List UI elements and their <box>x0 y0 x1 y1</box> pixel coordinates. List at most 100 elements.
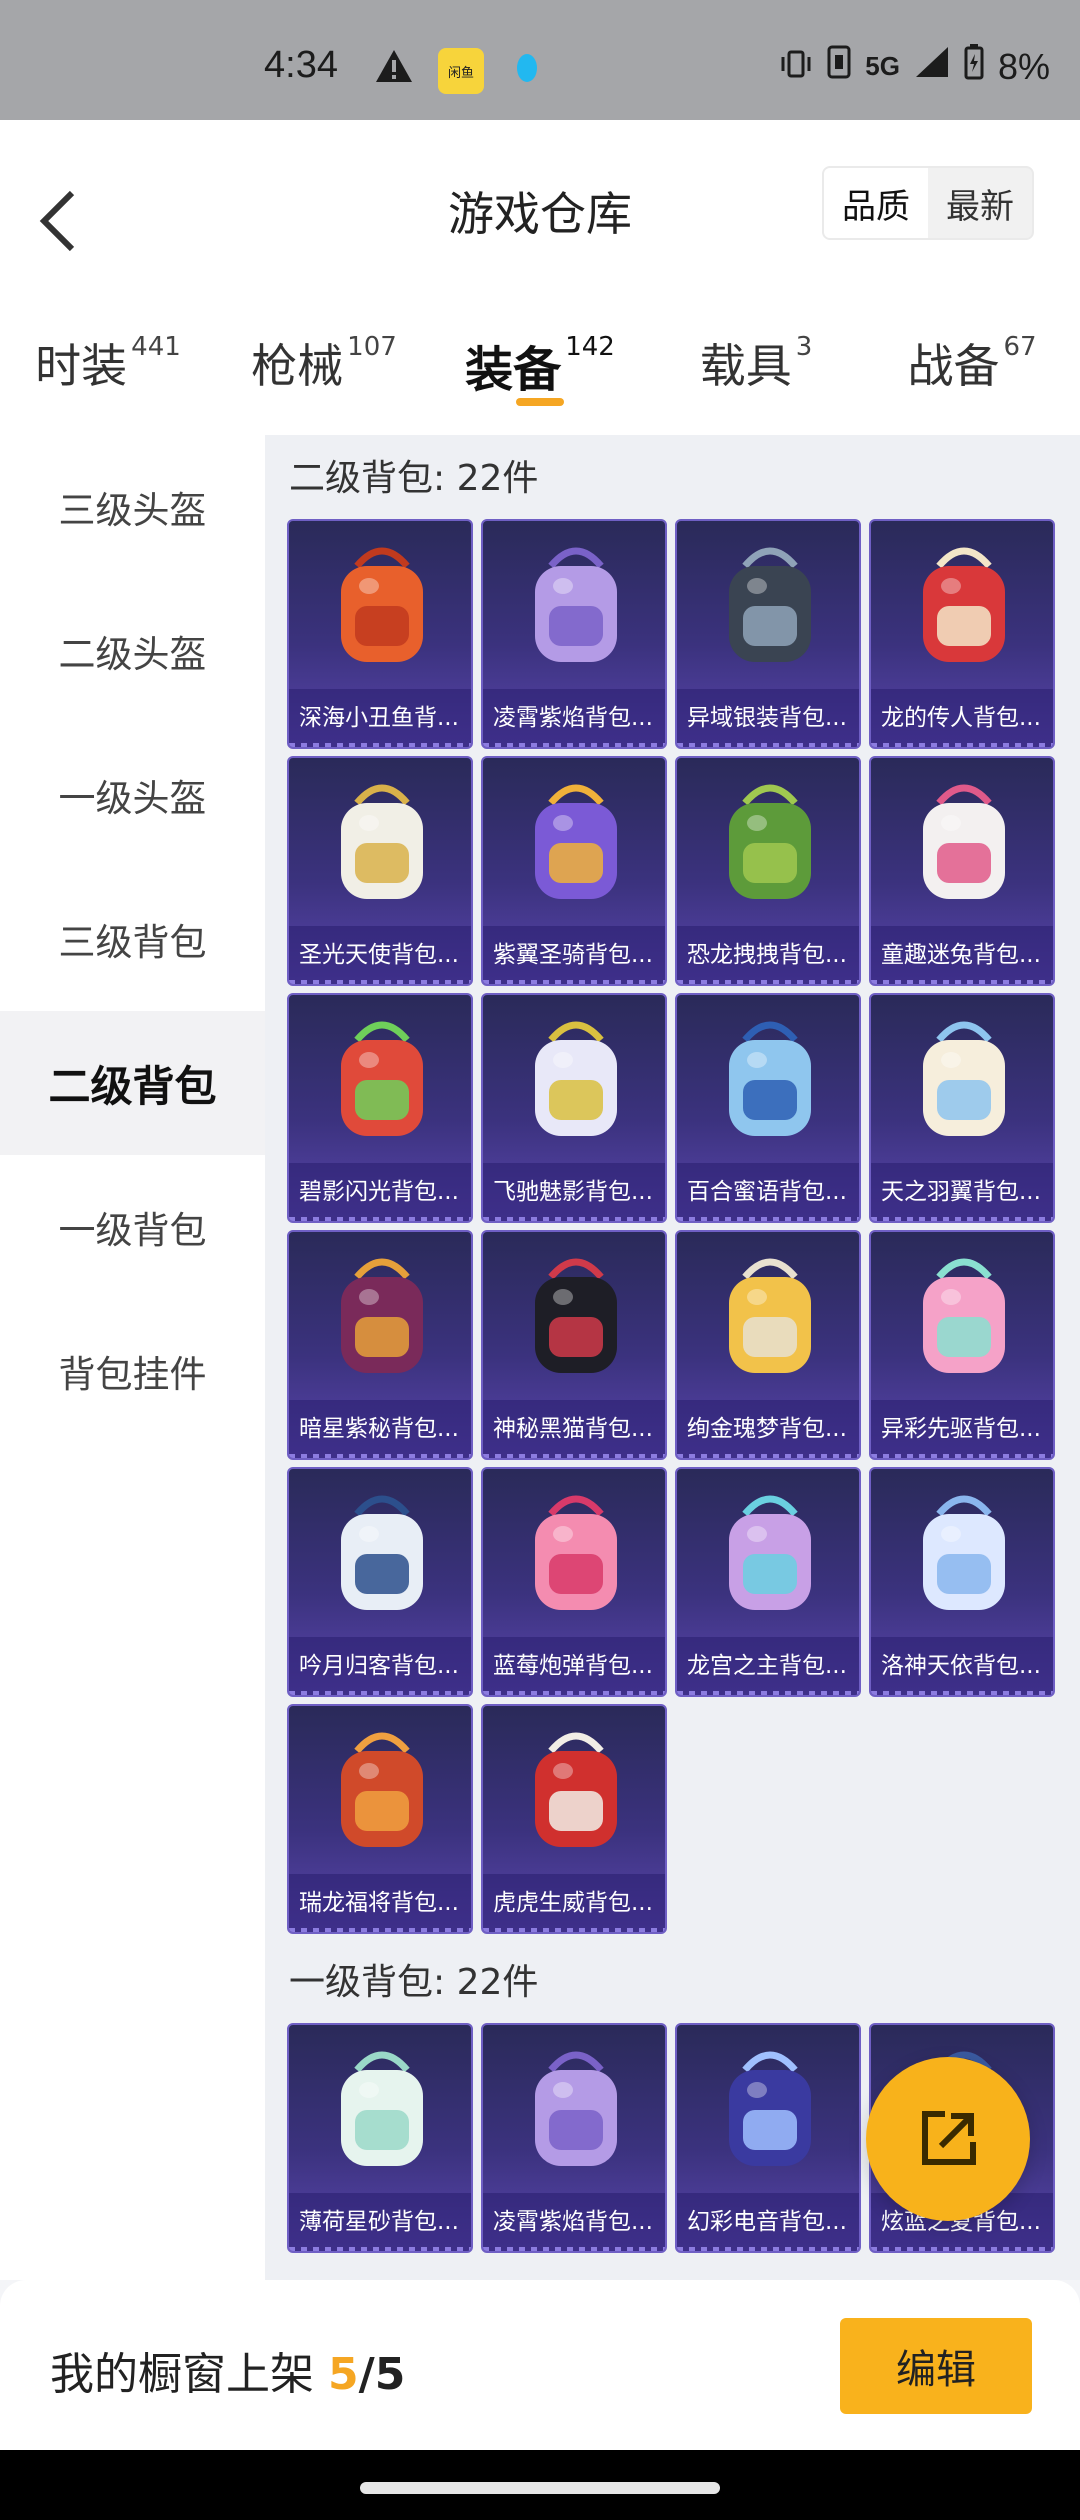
item-card[interactable]: 圣光天使背包... <box>287 756 473 986</box>
backpack-image <box>677 1469 859 1639</box>
rarity-strip <box>677 2247 859 2251</box>
system-nav-bar <box>0 2450 1080 2520</box>
item-card[interactable]: 幻彩电音背包... <box>675 2023 861 2253</box>
item-card[interactable]: 龙的传人背包... <box>869 519 1055 749</box>
item-card[interactable]: 恐龙拽拽背包... <box>675 756 861 986</box>
sort-newest-option[interactable]: 最新 <box>928 168 1032 238</box>
network-type: 5G <box>865 51 900 81</box>
home-gesture-handle[interactable] <box>360 2482 720 2494</box>
backpack-image <box>871 758 1053 928</box>
rarity-strip <box>871 980 1053 984</box>
rarity-strip <box>677 743 859 747</box>
item-card[interactable]: 深海小丑鱼背... <box>287 519 473 749</box>
item-card[interactable]: 飞驰魅影背包... <box>481 993 667 1223</box>
item-name: 虎虎生威背包... <box>483 1874 665 1932</box>
backpack-image <box>289 1706 471 1876</box>
notification-drop-icon <box>512 46 542 86</box>
warning-icon <box>372 46 416 86</box>
rarity-strip <box>289 1928 471 1932</box>
subcategory-sidebar: 三级头盔 二级头盔 一级头盔 三级背包 二级背包 一级背包 背包挂件 <box>0 435 265 2280</box>
tab-count: 441 <box>131 332 181 362</box>
item-card[interactable]: 吟月归客背包... <box>287 1467 473 1697</box>
item-name: 暗星紫秘背包... <box>289 1400 471 1458</box>
share-external-icon <box>922 2111 976 2165</box>
sidebar-item-helmet-lv1[interactable]: 一级头盔 <box>0 723 265 867</box>
sidebar-item-backpack-pendant[interactable]: 背包挂件 <box>0 1299 265 1443</box>
item-card[interactable]: 瑞龙福将背包... <box>287 1704 473 1934</box>
rarity-strip <box>483 2247 665 2251</box>
rarity-strip <box>483 1928 665 1932</box>
sidebar-item-backpack-lv3[interactable]: 三级背包 <box>0 867 265 1011</box>
item-card[interactable]: 绚金瑰梦背包... <box>675 1230 861 1460</box>
rarity-strip <box>483 1691 665 1695</box>
item-card[interactable]: 紫翼圣骑背包... <box>481 756 667 986</box>
showcase-total: /5 <box>358 2349 406 2400</box>
page-header: 游戏仓库 品质 最新 <box>0 120 1080 290</box>
tab-count: 67 <box>1003 332 1037 362</box>
item-card[interactable]: 凌霄紫焰背包... <box>481 519 667 749</box>
backpack-image <box>871 1469 1053 1639</box>
item-name: 深海小丑鱼背... <box>289 689 471 747</box>
rarity-strip <box>871 1217 1053 1221</box>
backpack-image <box>677 1232 859 1402</box>
backpack-image <box>483 1232 665 1402</box>
item-card[interactable]: 龙宫之主背包... <box>675 1467 861 1697</box>
rarity-strip <box>871 1454 1053 1458</box>
signal-icon <box>914 45 950 88</box>
item-list[interactable]: 二级背包: 22件 深海小丑鱼背... 凌霄紫焰背包... 异域银装背包... 龙的传… <box>265 435 1080 2280</box>
backpack-image <box>483 1469 665 1639</box>
item-card[interactable]: 薄荷星砂背包... <box>287 2023 473 2253</box>
backpack-image <box>677 995 859 1165</box>
item-name: 碧影闪光背包... <box>289 1163 471 1221</box>
item-name: 童趣迷兔背包... <box>871 926 1053 984</box>
item-card[interactable]: 神秘黑猫背包... <box>481 1230 667 1460</box>
item-card[interactable]: 童趣迷兔背包... <box>869 756 1055 986</box>
sidebar-item-backpack-lv2[interactable]: 二级背包 <box>0 1011 265 1155</box>
item-card[interactable]: 凌霄紫焰背包... <box>481 2023 667 2253</box>
sidebar-item-backpack-lv1[interactable]: 一级背包 <box>0 1155 265 1299</box>
sort-quality-option[interactable]: 品质 <box>824 168 928 238</box>
tab-vehicles[interactable]: 载具 3 <box>648 290 864 435</box>
tab-combat-gear[interactable]: 战备 67 <box>864 290 1080 435</box>
tab-label: 载具 <box>699 339 792 393</box>
backpack-image <box>289 995 471 1165</box>
share-fab[interactable] <box>866 2057 1030 2221</box>
item-name: 异域银装背包... <box>677 689 859 747</box>
item-name: 凌霄紫焰背包... <box>483 689 665 747</box>
item-card[interactable]: 虎虎生威背包... <box>481 1704 667 1934</box>
sidebar-item-helmet-lv3[interactable]: 三级头盔 <box>0 435 265 579</box>
item-card[interactable]: 异域银装背包... <box>675 519 861 749</box>
showcase-status: 我的橱窗上架 5/5 <box>50 2338 405 2402</box>
item-name: 紫翼圣骑背包... <box>483 926 665 984</box>
backpack-image <box>289 521 471 691</box>
item-name: 百合蜜语背包... <box>677 1163 859 1221</box>
rarity-strip <box>483 1217 665 1221</box>
item-name: 飞驰魅影背包... <box>483 1163 665 1221</box>
item-card[interactable]: 蓝莓炮弹背包... <box>481 1467 667 1697</box>
item-card[interactable]: 暗星紫秘背包... <box>287 1230 473 1460</box>
item-card[interactable]: 百合蜜语背包... <box>675 993 861 1223</box>
item-card[interactable]: 异彩先驱背包... <box>869 1230 1055 1460</box>
tab-count: 3 <box>795 332 813 362</box>
tab-equipment[interactable]: 装备 142 <box>432 290 648 435</box>
backpack-image <box>483 1706 665 1876</box>
rarity-strip <box>871 2247 1053 2251</box>
tab-firearms[interactable]: 枪械 107 <box>216 290 432 435</box>
sort-toggle: 品质 最新 <box>822 166 1034 240</box>
edit-button[interactable]: 编辑 <box>840 2318 1032 2414</box>
backpack-image <box>871 1232 1053 1402</box>
item-card[interactable]: 碧影闪光背包... <box>287 993 473 1223</box>
rarity-strip <box>289 1691 471 1695</box>
item-card[interactable]: 洛神天依背包... <box>869 1467 1055 1697</box>
rarity-strip <box>483 980 665 984</box>
item-name: 瑞龙福将背包... <box>289 1874 471 1932</box>
xianyu-app-icon: 闲鱼 <box>438 48 484 94</box>
tab-label: 装备 <box>465 342 562 398</box>
sidebar-item-helmet-lv2[interactable]: 二级头盔 <box>0 579 265 723</box>
tab-fashion[interactable]: 时装 441 <box>0 290 216 435</box>
vibrate-icon <box>779 46 813 88</box>
item-card[interactable]: 天之羽翼背包... <box>869 993 1055 1223</box>
item-name: 恐龙拽拽背包... <box>677 926 859 984</box>
battery-level: 8% <box>997 45 1050 87</box>
rarity-strip <box>677 1454 859 1458</box>
